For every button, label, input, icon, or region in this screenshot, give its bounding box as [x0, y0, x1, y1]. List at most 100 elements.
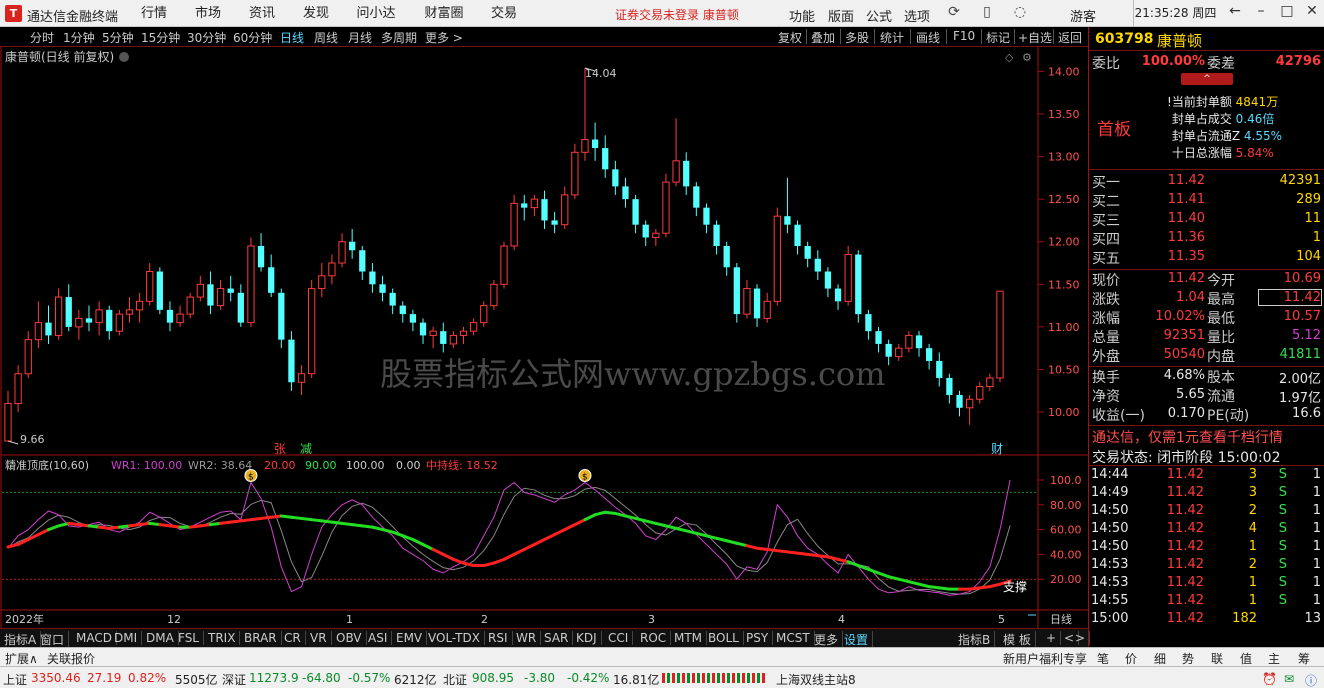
link-button[interactable]: 联 — [1211, 650, 1223, 667]
kline-chart[interactable]: 康普顿(日线 前复权) ◇ ⚙ 股票指标公式网www.gpzbgs.com 14… — [0, 47, 1088, 628]
period-more[interactable]: 更多 > — [425, 29, 463, 46]
collapse-arrow-icon[interactable]: ^ — [1181, 73, 1233, 85]
indicator-tab[interactable]: VR — [310, 631, 332, 645]
next-button[interactable]: > — [1075, 631, 1091, 645]
close-icon[interactable]: ✕ — [1300, 3, 1324, 23]
menu-gongshi[interactable]: 公式 — [866, 6, 892, 25]
menu-gongneng[interactable]: 功能 — [789, 6, 815, 25]
indicator-tab[interactable]: PSY — [746, 631, 774, 645]
chat-icon[interactable]: ✉ — [1284, 672, 1294, 686]
indicator-tab[interactable]: TRIX — [208, 631, 241, 645]
indicator-tab[interactable]: BOLL — [708, 631, 744, 645]
price-button[interactable]: 价 — [1125, 650, 1137, 667]
tool-duogu[interactable]: 多股 — [845, 29, 869, 46]
bz-label[interactable]: 北证 — [443, 671, 467, 688]
period-15min[interactable]: 15分钟 — [141, 29, 180, 46]
tool-biaoji[interactable]: 标记 — [986, 29, 1010, 46]
sz-label[interactable]: 深证 — [222, 671, 246, 688]
trend-button[interactable]: 势 — [1182, 650, 1194, 667]
menu-banmian[interactable]: 版面 — [828, 6, 854, 25]
period-1min[interactable]: 1分钟 — [63, 29, 95, 46]
menu-xuanxiang[interactable]: 选项 — [904, 6, 930, 25]
diamond-icon[interactable]: ◇ — [1005, 51, 1014, 64]
trade-login-warning[interactable]: 证券交易未登录 康普顿 — [615, 6, 739, 23]
indicator-tab[interactable]: WR — [516, 631, 542, 645]
bid-row[interactable]: 买一 11.42 42391 — [1089, 172, 1324, 191]
indicator-tab[interactable]: 指标A — [4, 631, 42, 648]
menu-jiaoyi[interactable]: 交易 — [477, 0, 531, 27]
refresh-icon[interactable]: ⟳ — [944, 4, 964, 22]
indicator-tab[interactable]: EMV — [396, 631, 428, 645]
event-zhang[interactable]: 张 — [274, 442, 286, 456]
indicator-tab[interactable]: FSL — [178, 631, 204, 645]
station-name[interactable]: 上海双线主站8 — [776, 671, 856, 688]
period-monthly[interactable]: 月线 — [348, 29, 372, 46]
indicator-tab[interactable]: ROC — [640, 631, 672, 645]
indicator-tab[interactable]: DMI — [114, 631, 143, 645]
bid-row[interactable]: 买二 11.41 289 — [1089, 191, 1324, 210]
indicator-tab[interactable]: 设置 — [844, 631, 874, 648]
settings-icon[interactable]: ⚙ — [1022, 51, 1032, 64]
value-button[interactable]: 值 — [1240, 650, 1252, 667]
period-60min[interactable]: 60分钟 — [233, 29, 272, 46]
guest-label[interactable]: 游客 — [1070, 6, 1096, 25]
detail-button[interactable]: 细 — [1154, 650, 1166, 667]
menu-caifuquan[interactable]: 财富圈 — [411, 0, 477, 27]
pen-button[interactable]: 笔 — [1097, 650, 1109, 667]
bid-row[interactable]: 买四 11.36 1 — [1089, 229, 1324, 248]
tool-back[interactable]: 返回 — [1058, 29, 1082, 46]
alarm-icon[interactable]: ⏰ — [1262, 672, 1277, 686]
menu-zixun[interactable]: 资讯 — [235, 0, 289, 27]
period-fenshi[interactable]: 分时 — [30, 29, 54, 46]
indicator-tab[interactable]: CR — [284, 631, 306, 645]
tab-template[interactable]: 模 板 — [1003, 631, 1036, 648]
add-window-button[interactable]: + — [1046, 631, 1062, 645]
tool-fuquan[interactable]: 复权 — [778, 29, 802, 46]
indicator-tab[interactable]: OBV — [336, 631, 367, 645]
event-jian[interactable]: 减 — [300, 442, 312, 456]
info-icon[interactable]: ⓘ — [1305, 672, 1317, 688]
chart-menu-icon[interactable] — [119, 52, 129, 62]
indicator-tab[interactable]: RSI — [488, 631, 513, 645]
sh-label[interactable]: 上证 — [3, 671, 27, 688]
indicator-tab[interactable]: KDJ — [576, 631, 602, 645]
indicator-tab[interactable]: CCI — [608, 631, 634, 645]
tool-f10[interactable]: F10 — [953, 29, 975, 43]
back-icon[interactable]: ← — [1223, 3, 1247, 23]
indicator-tab[interactable]: 窗口 — [40, 631, 70, 648]
bid-row[interactable]: 买三 11.40 11 — [1089, 210, 1324, 229]
indicator-tab[interactable]: ASI — [368, 631, 393, 645]
expand-button[interactable]: 扩展∧ — [5, 650, 38, 667]
phone-icon[interactable]: ▯ — [977, 4, 997, 22]
tool-add-watchlist[interactable]: +自选 — [1018, 29, 1052, 46]
period-daily[interactable]: 日线 — [280, 29, 304, 46]
indicator-tab[interactable]: MACD — [76, 631, 117, 645]
period-30min[interactable]: 30分钟 — [187, 29, 226, 46]
indicator-tab[interactable]: DMA — [146, 631, 179, 645]
related-quote-button[interactable]: 关联报价 — [47, 650, 95, 667]
main-button[interactable]: 主 — [1268, 650, 1280, 667]
tool-diejia[interactable]: 叠加 — [811, 29, 835, 46]
period-weekly[interactable]: 周线 — [314, 29, 338, 46]
bid-row[interactable]: 买五 11.35 104 — [1089, 248, 1324, 267]
indicator-tab[interactable]: MCST — [776, 631, 815, 645]
tab-indicator-b[interactable]: 指标B — [958, 631, 996, 648]
period-multi[interactable]: 多周期 — [381, 29, 417, 46]
maximize-icon[interactable]: □ — [1275, 3, 1299, 23]
indicator-tab[interactable]: MTM — [674, 631, 708, 645]
indicator-name[interactable]: 精准顶底(10,60) — [5, 458, 89, 472]
daily-label[interactable]: 日线 — [1050, 612, 1072, 626]
indicator-tab[interactable]: BRAR — [244, 631, 282, 645]
chips-button[interactable]: 筹 — [1298, 650, 1310, 667]
indicator-tab[interactable]: VOL-TDX — [428, 631, 485, 645]
ad-banner[interactable]: 通达信，仅需1元查看千档行情 — [1092, 427, 1283, 447]
menu-shichang[interactable]: 市场 — [181, 0, 235, 27]
menu-wenxiaoda[interactable]: 问小达 — [343, 0, 409, 27]
menu-faxian[interactable]: 发现 — [289, 0, 343, 27]
tool-huaxian[interactable]: 画线 — [916, 29, 940, 46]
event-cai[interactable]: 财 — [991, 442, 1003, 456]
period-5min[interactable]: 5分钟 — [102, 29, 134, 46]
chat-icon[interactable]: ◌ — [1010, 4, 1030, 22]
minimize-icon[interactable]: – — [1249, 3, 1273, 23]
tool-tongji[interactable]: 统计 — [880, 29, 904, 46]
